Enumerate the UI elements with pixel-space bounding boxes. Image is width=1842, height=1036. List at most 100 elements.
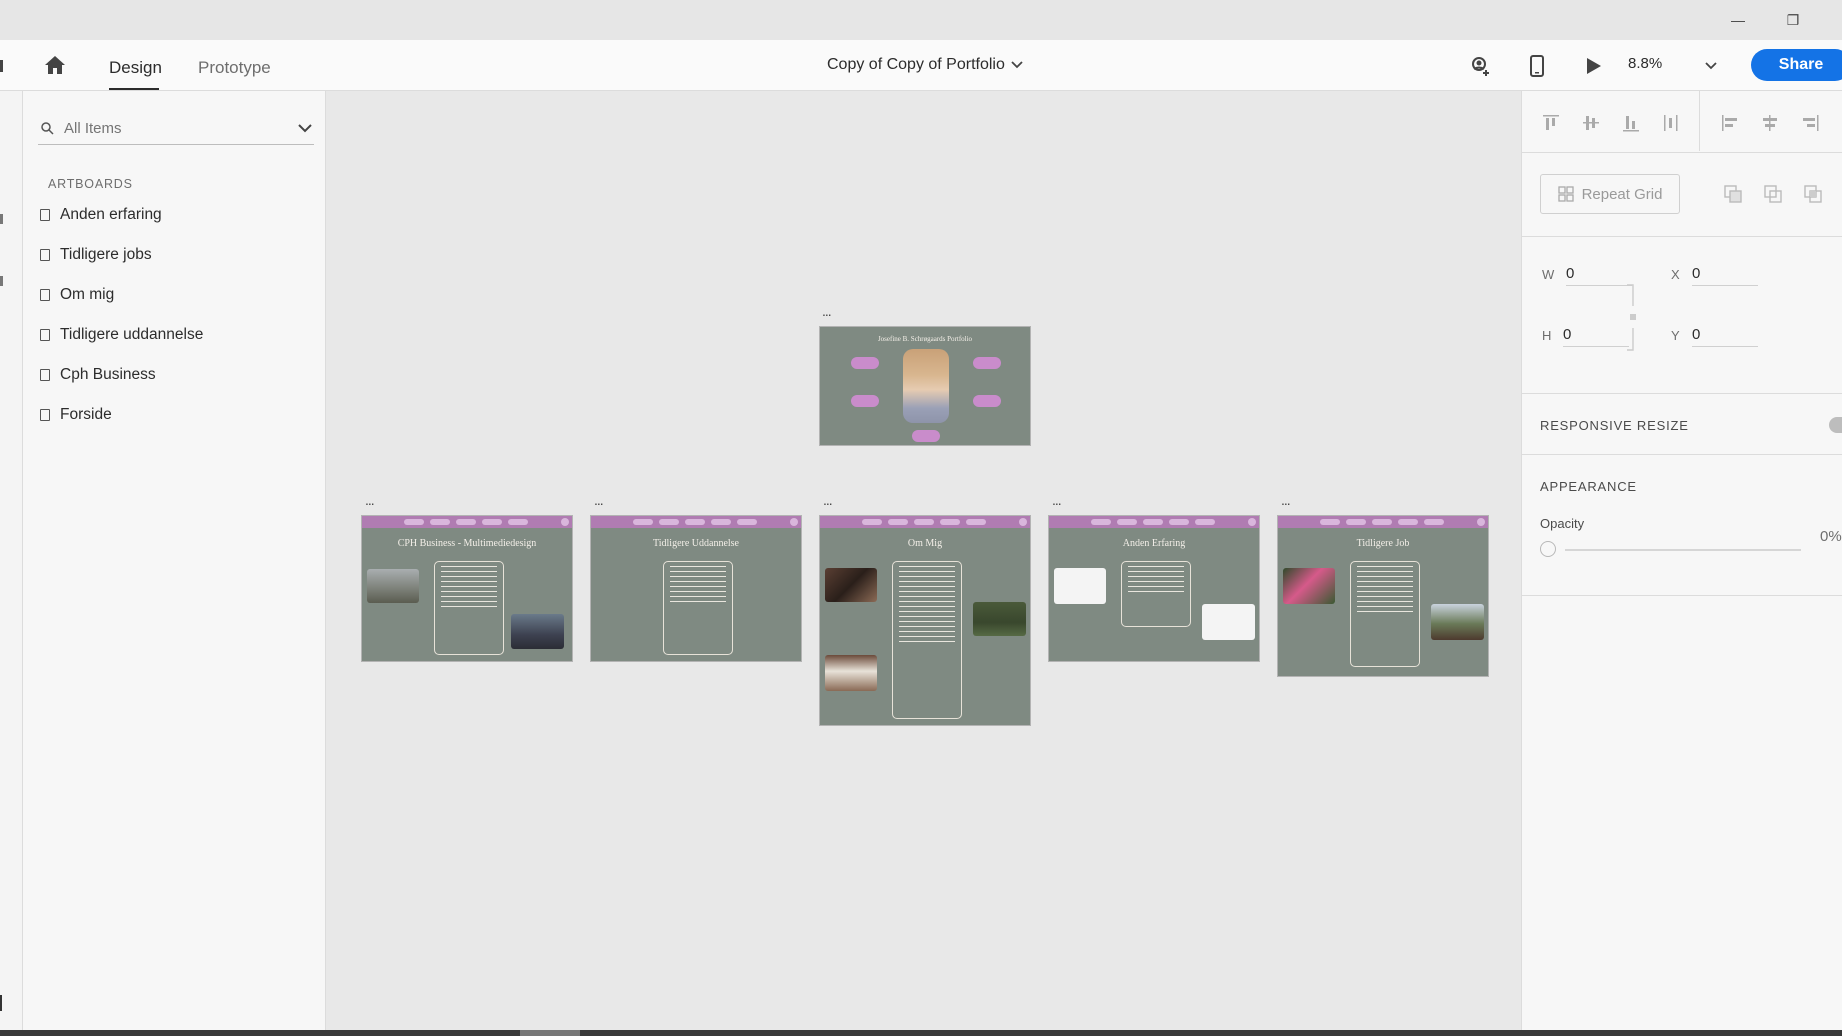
align-center-icon[interactable] — [1759, 112, 1781, 134]
artboard-menu-dots[interactable]: ... — [594, 492, 604, 508]
artboard-title: Tidligere Uddannelse — [652, 538, 739, 549]
artboard-icon — [40, 369, 50, 381]
artboard-menu-dots[interactable]: ... — [1052, 492, 1062, 508]
device-preview-icon[interactable] — [1523, 52, 1551, 80]
divider — [1699, 91, 1700, 151]
artboard-nav-bar — [1278, 516, 1488, 528]
invite-user-icon[interactable] — [1466, 52, 1494, 80]
artboard-cph-business[interactable]: CPH Business - Multimediedesign — [361, 515, 573, 662]
layer-item-label: Om mig — [60, 286, 115, 303]
rail-tool-indicator[interactable] — [0, 995, 2, 1011]
opacity-slider-track[interactable] — [1565, 549, 1801, 551]
rail-tool-indicator[interactable] — [0, 214, 3, 224]
portrait-photo — [903, 349, 949, 423]
x-field[interactable]: 0 — [1692, 263, 1758, 286]
photo — [1431, 604, 1484, 640]
artboard-title: Tidligere Job — [1356, 538, 1410, 549]
text-box — [1350, 561, 1420, 667]
y-field[interactable]: 0 — [1692, 324, 1758, 347]
artboard-tidligere-job[interactable]: Tidligere Job — [1277, 515, 1489, 677]
artboard-icon — [40, 289, 50, 301]
text-box — [1121, 561, 1191, 627]
artboard-title: Anden Erfaring — [1122, 538, 1186, 549]
window-titlebar — [0, 0, 1842, 40]
boolean-exclude-icon[interactable] — [1803, 184, 1823, 204]
tab-prototype[interactable]: Prototype — [198, 58, 271, 78]
appearance-header: APPEARANCE — [1540, 479, 1637, 494]
photo — [973, 602, 1026, 636]
artboard-icon — [40, 409, 50, 421]
width-label: W — [1542, 267, 1555, 282]
artboard-title: CPH Business - Multimediedesign — [397, 538, 537, 549]
artboard-anden-erfaring[interactable]: Anden Erfaring — [1048, 515, 1260, 662]
layer-item-forside[interactable]: Forside — [40, 402, 112, 428]
boolean-intersect-icon[interactable] — [1763, 184, 1783, 204]
align-left-icon[interactable] — [1719, 112, 1741, 134]
repeat-grid-label: Repeat Grid — [1581, 185, 1663, 203]
restore-icon[interactable]: ❐ — [1775, 8, 1811, 32]
align-middle-icon[interactable] — [1580, 112, 1602, 134]
minimize-icon[interactable]: — — [1720, 8, 1756, 32]
tool-rail — [0, 91, 23, 1036]
height-field[interactable]: 0 — [1563, 324, 1629, 347]
horizontal-scrollbar[interactable] — [0, 1030, 1842, 1036]
artboard-menu-dots[interactable]: ... — [1281, 492, 1291, 508]
artboard-icon — [40, 249, 50, 261]
layer-item-anden-erfaring[interactable]: Anden erfaring — [40, 202, 162, 228]
lock-aspect-ratio-icon[interactable] — [1625, 284, 1641, 354]
properties-panel — [1521, 91, 1842, 1036]
rail-tool-indicator[interactable] — [0, 276, 3, 286]
artboard-nav-bar — [362, 516, 572, 528]
layer-item-tidligere-uddannelse[interactable]: Tidligere uddannelse — [40, 322, 203, 348]
filter-chevron-down-icon[interactable] — [298, 123, 312, 133]
opacity-value[interactable]: 0% — [1820, 528, 1842, 545]
text-box — [434, 561, 504, 655]
text-box — [663, 561, 733, 655]
divider — [1521, 393, 1842, 394]
scrollbar-thumb[interactable] — [520, 1030, 580, 1036]
repeat-grid-button[interactable]: Repeat Grid — [1540, 174, 1680, 214]
opacity-slider-handle[interactable] — [1540, 541, 1556, 557]
zoom-level[interactable]: 8.8% — [1628, 55, 1662, 72]
artboard-icon — [40, 209, 50, 221]
nav-pill — [973, 395, 1001, 407]
artboard-tidligere-uddannelse[interactable]: Tidligere Uddannelse — [590, 515, 802, 662]
search-icon — [41, 122, 54, 135]
share-button[interactable]: Share — [1751, 49, 1842, 81]
search-input[interactable] — [62, 118, 286, 138]
artboard-om-mig[interactable]: Om Mig — [819, 515, 1031, 726]
play-icon[interactable] — [1580, 52, 1608, 80]
nav-pill — [851, 357, 879, 369]
y-label: Y — [1671, 328, 1680, 343]
responsive-resize-toggle[interactable] — [1829, 417, 1842, 433]
layer-item-cph-business[interactable]: Cph Business — [40, 362, 156, 388]
document-title: Copy of Copy of Portfolio — [827, 56, 1005, 73]
layer-item-label: Tidligere jobs — [60, 246, 152, 263]
layer-item-om-mig[interactable]: Om mig — [40, 282, 114, 308]
artboards-header: ARTBOARDS — [48, 177, 133, 191]
align-right-icon[interactable] — [1799, 112, 1821, 134]
layer-item-label: Cph Business — [60, 366, 156, 383]
width-field[interactable]: 0 — [1566, 263, 1632, 286]
document-title-dropdown[interactable]: Copy of Copy of Portfolio — [827, 56, 1023, 74]
tab-design[interactable]: Design — [109, 58, 162, 78]
x-label: X — [1671, 267, 1680, 282]
artboard-menu-dots[interactable]: ... — [823, 492, 833, 508]
layer-item-tidligere-jobs[interactable]: Tidligere jobs — [40, 242, 152, 268]
artboard-forside[interactable]: Josefine B. Schrøgaards Portfolio — [819, 326, 1031, 446]
search-field[interactable] — [38, 112, 314, 145]
divider — [1521, 236, 1842, 237]
align-top-icon[interactable] — [1540, 112, 1562, 134]
divider — [1521, 454, 1842, 455]
boolean-subtract-icon[interactable] — [1723, 184, 1743, 204]
nav-pill — [973, 357, 1001, 369]
artboard-menu-dots[interactable]: ... — [822, 303, 832, 319]
zoom-dropdown-chevron-icon[interactable] — [1697, 52, 1725, 80]
home-icon[interactable] — [41, 51, 69, 79]
artboard-menu-dots[interactable]: ... — [365, 492, 375, 508]
distribute-horizontal-icon[interactable] — [1660, 112, 1682, 134]
rail-tool-indicator[interactable] — [0, 60, 3, 72]
align-bottom-icon[interactable] — [1620, 112, 1642, 134]
opacity-label: Opacity — [1540, 516, 1585, 531]
height-label: H — [1542, 328, 1552, 343]
